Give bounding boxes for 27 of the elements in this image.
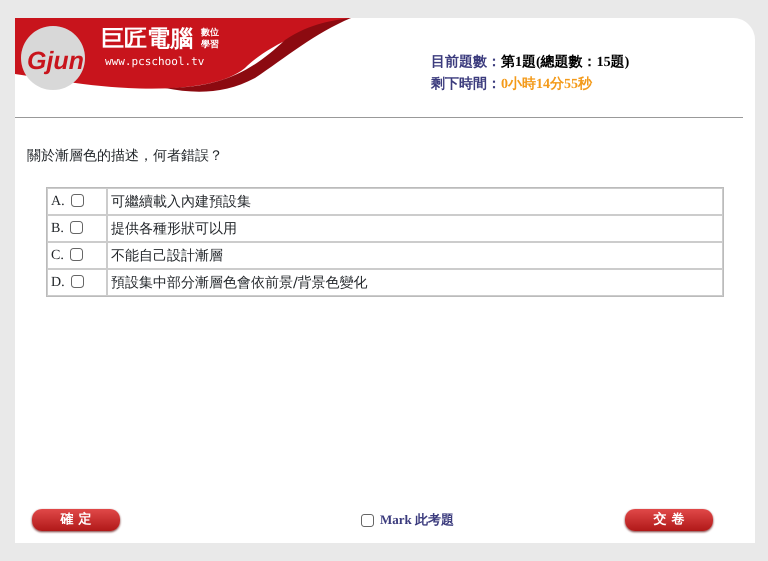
timer-label: 剩下時間：	[431, 77, 501, 92]
option-text: 提供各種形狀可以用	[107, 215, 723, 242]
option-checkbox[interactable]	[70, 194, 84, 206]
tagline: 數位	[201, 27, 219, 37]
submit-button[interactable]: 交 卷	[625, 509, 713, 531]
website-url: www.pcschool.tv	[105, 55, 204, 68]
option-letter: B.	[51, 220, 64, 236]
option-checkbox[interactable]	[70, 220, 83, 234]
question-text: 關於漸層色的描述，何者錯誤？	[27, 147, 224, 166]
brand-text: Gjun	[27, 47, 84, 75]
mark-checkbox[interactable]	[360, 514, 374, 526]
option-letter: D.	[51, 274, 65, 290]
option-letter: A.	[51, 194, 65, 208]
progress-value: 第1題(總題數：15題)	[501, 55, 630, 70]
brand-name: 巨匠電腦	[101, 25, 193, 51]
progress-label: 目前題數：	[431, 55, 501, 70]
tagline: 學習	[201, 39, 219, 49]
mark-label: Mark 此考題	[380, 511, 454, 530]
option-letter: C.	[51, 248, 64, 262]
confirm-button[interactable]: 確 定	[32, 509, 120, 531]
timer-value: 0小時14分55秒	[501, 77, 592, 92]
logo-emblem	[21, 26, 85, 90]
option-text: 預設集中部分漸層色會依前景/背景色變化	[107, 269, 723, 296]
option-checkbox[interactable]	[70, 274, 84, 288]
option-checkbox[interactable]	[70, 248, 83, 260]
option-text: 可繼續載入內建預設集	[107, 188, 723, 215]
option-text: 不能自己設計漸層	[107, 242, 723, 269]
